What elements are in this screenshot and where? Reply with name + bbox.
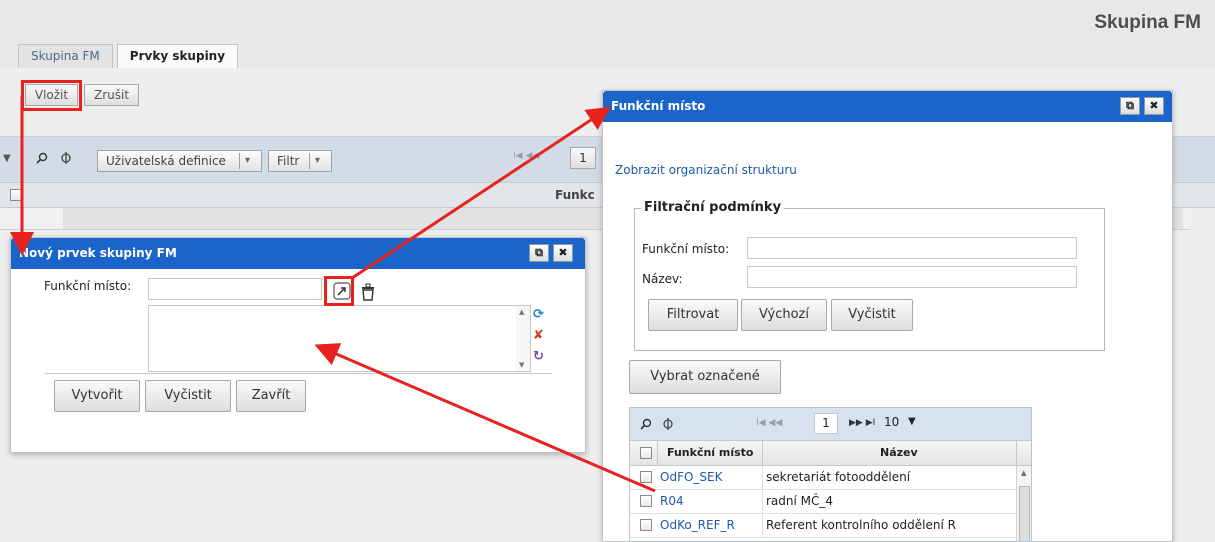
arrow-row-to-listbox <box>314 343 656 493</box>
annotation-arrows <box>10 96 656 493</box>
arrow-lookup-to-picker <box>351 106 612 280</box>
